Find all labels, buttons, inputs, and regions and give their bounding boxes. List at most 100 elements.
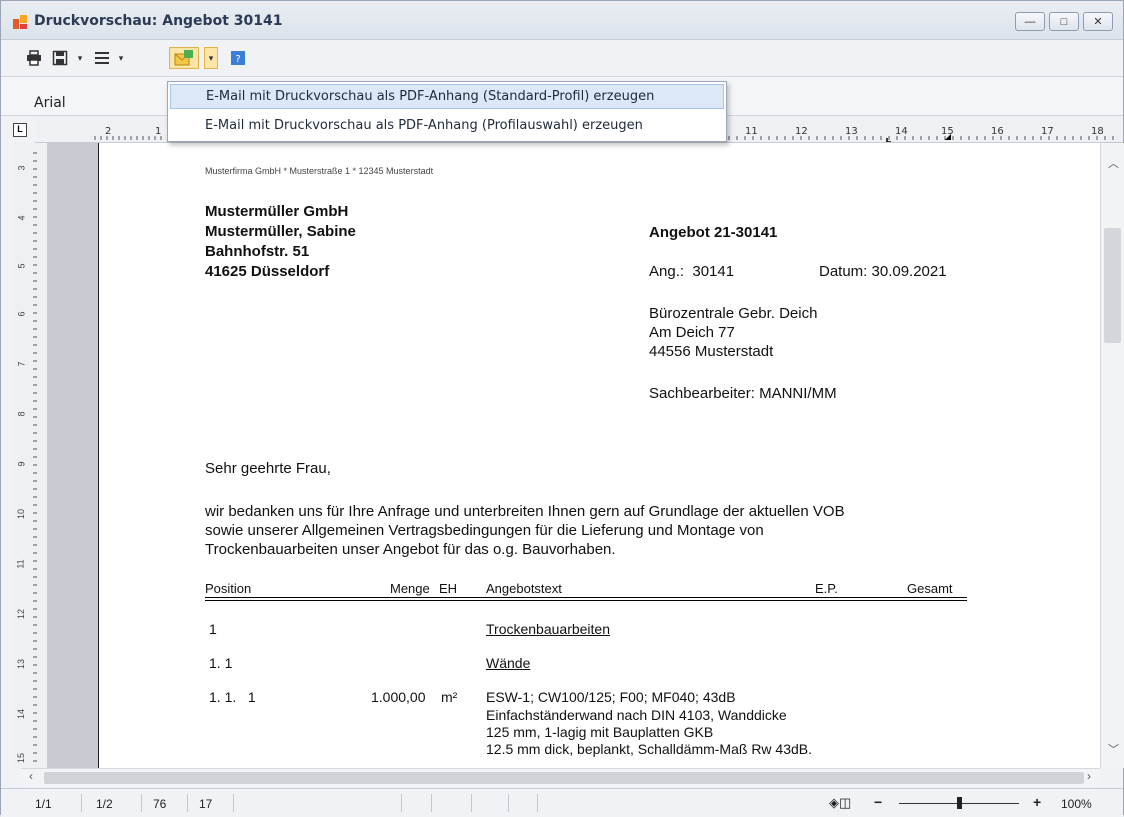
ruler-label: 16 <box>991 126 1004 137</box>
body-line: Trockenbauarbeiten unser Angebot für das… <box>205 541 616 558</box>
ruler-label: 11 <box>15 559 26 569</box>
zoom-level: 100% <box>1061 797 1092 811</box>
body-line: wir bedanken uns für Ihre Anfrage und un… <box>205 503 845 520</box>
email-pdf-icon[interactable] <box>169 47 199 69</box>
zoom-slider-thumb[interactable] <box>957 797 962 809</box>
status-page: 1/1 <box>35 797 52 811</box>
table-header-gesamt: Gesamt <box>907 581 953 596</box>
ruler-label: 3 <box>16 165 27 171</box>
maximize-button[interactable]: □ <box>1049 12 1079 31</box>
save-dropdown-arrow-icon[interactable]: ▾ <box>75 48 85 68</box>
email-dropdown-menu: E-Mail mit Druckvorschau als PDF-Anhang … <box>167 81 727 142</box>
ruler-label: 14 <box>16 708 27 720</box>
company-line: Am Deich 77 <box>649 324 735 341</box>
company-line: 44556 Musterstadt <box>649 343 774 360</box>
table-header-menge: Menge <box>390 581 430 596</box>
row-detail-line: 125 mm, 1-lagig mit Bauplatten GKB <box>486 724 714 740</box>
table-header-text: Angebotstext <box>486 581 562 596</box>
ruler-label: 12 <box>795 126 808 137</box>
status-value-1: 76 <box>153 797 167 811</box>
document-page: Musterfirma GmbH * Musterstraße 1 * 1234… <box>98 143 1100 768</box>
ruler-label: 17 <box>1041 126 1054 137</box>
ruler-label: 7 <box>16 361 27 367</box>
ruler-label: 10 <box>16 508 27 520</box>
scroll-up-icon[interactable]: ︿ <box>1108 155 1119 171</box>
print-icon[interactable] <box>25 48 43 68</box>
row-text: Trockenbauarbeiten <box>486 621 611 637</box>
row-position: 1. 1. 1 <box>209 689 256 705</box>
recipient-line: 41625 Düsseldorf <box>205 263 330 280</box>
svg-text:?: ? <box>235 54 240 65</box>
menu-lines-icon[interactable] <box>93 48 111 68</box>
ruler-corner-tab-icon[interactable]: L <box>13 123 27 137</box>
row-text: ESW-1; CW100/125; F00; MF040; 43dB <box>486 689 736 705</box>
menu-item-email-standard-profile[interactable]: E-Mail mit Druckvorschau als PDF-Anhang … <box>170 84 724 109</box>
title-bar: Druckvorschau: Angebot 30141 — □ ✕ <box>1 1 1123 40</box>
ruler-label: 12 <box>16 608 27 620</box>
ruler-label: 15 <box>16 752 27 764</box>
ruler-label: 11 <box>745 126 758 137</box>
ruler-label: 15 <box>941 126 954 137</box>
scroll-right-icon[interactable]: › <box>1087 769 1091 783</box>
body-line: sowie unserer Allgemeinen Vertragsbeding… <box>205 522 764 539</box>
table-header-rule <box>205 597 967 598</box>
ruler-label: 4 <box>16 215 27 221</box>
offer-title: Angebot 21-30141 <box>649 224 778 241</box>
email-dropdown-arrow-icon[interactable]: ▾ <box>204 47 218 69</box>
minimize-button[interactable]: — <box>1015 12 1045 31</box>
print-preview-window: Druckvorschau: Angebot 30141 — □ ✕ ▾ ▾ ▾… <box>0 0 1124 817</box>
vertical-scroll-thumb[interactable] <box>1104 228 1121 343</box>
horizontal-scrollbar[interactable]: ‹ › <box>21 768 1100 786</box>
sender-line: Musterfirma GmbH * Musterstraße 1 * 1234… <box>205 166 434 176</box>
close-button[interactable]: ✕ <box>1083 12 1113 31</box>
ruler-label: 6 <box>16 311 27 317</box>
offer-number: Ang.: 30141 <box>649 263 735 280</box>
offer-date: Datum: 30.09.2021 <box>819 263 947 280</box>
ruler-label: 2 <box>105 126 111 137</box>
row-position: 1. 1 <box>209 655 233 671</box>
document-viewport[interactable]: Musterfirma GmbH * Musterstraße 1 * 1234… <box>48 143 1100 768</box>
scroll-down-icon[interactable]: ﹀ <box>1108 741 1119 757</box>
ruler-label: 13 <box>845 126 858 137</box>
table-header-ep: E.P. <box>815 581 838 596</box>
menu-item-email-profile-selection[interactable]: E-Mail mit Druckvorschau als PDF-Anhang … <box>170 113 724 138</box>
app-icon <box>13 15 27 29</box>
zoom-in-button[interactable]: + <box>1033 794 1041 810</box>
menu-dropdown-arrow-icon[interactable]: ▾ <box>116 48 126 68</box>
row-menge: 1.000,00 <box>371 689 426 705</box>
status-value-2: 17 <box>199 797 213 811</box>
company-line: Bürozentrale Gebr. Deich <box>649 305 818 322</box>
salutation: Sehr geehrte Frau, <box>205 460 331 477</box>
table-header-eh: EH <box>439 581 458 596</box>
row-position: 1 <box>209 621 217 637</box>
recipient-line: Mustermüller, Sabine <box>205 223 356 240</box>
row-eh: m² <box>441 689 458 705</box>
status-pages: 1/2 <box>96 797 113 811</box>
window-title: Druckvorschau: Angebot 30141 <box>34 13 283 29</box>
recipient-line: Mustermüller GmbH <box>205 203 349 220</box>
row-detail-line: Einfachständerwand nach DIN 4103, Wanddi… <box>486 707 787 723</box>
row-text: Wände <box>486 655 531 671</box>
table-header-position: Position <box>205 581 252 596</box>
ruler-label: 8 <box>16 411 27 417</box>
horizontal-scroll-thumb[interactable] <box>44 772 1084 784</box>
scroll-left-icon[interactable]: ‹ <box>29 769 33 783</box>
vertical-ruler: 3 4 5 6 7 8 9 10 11 12 13 14 15 <box>13 143 48 768</box>
recipient-line: Bahnhofstr. 51 <box>205 243 310 260</box>
save-icon[interactable] <box>51 48 69 68</box>
zoom-out-button[interactable]: − <box>874 794 882 810</box>
ruler-label: 9 <box>16 461 27 467</box>
font-name-field[interactable]: Arial <box>34 95 66 111</box>
ruler-label: 13 <box>16 658 27 670</box>
table-header-rule <box>205 600 967 601</box>
help-icon[interactable]: ? <box>229 48 247 68</box>
vertical-scrollbar[interactable]: ︿ ﹀ <box>1100 143 1124 768</box>
ruler-label: 14 <box>895 126 908 137</box>
status-bar: 1/1 1/2 76 17 ◈◫ − + 100% <box>1 788 1123 817</box>
ruler-label: 1 <box>155 126 161 137</box>
ruler-label: 5 <box>16 263 27 269</box>
fit-page-icon[interactable]: ◈◫ <box>829 795 851 811</box>
ruler-label: 18 <box>1091 126 1104 137</box>
toolbar: ▾ ▾ ▾ ? <box>1 40 1123 77</box>
row-detail-line: 12.5 mm dick, beplankt, Schalldämm-Maß R… <box>486 741 813 757</box>
